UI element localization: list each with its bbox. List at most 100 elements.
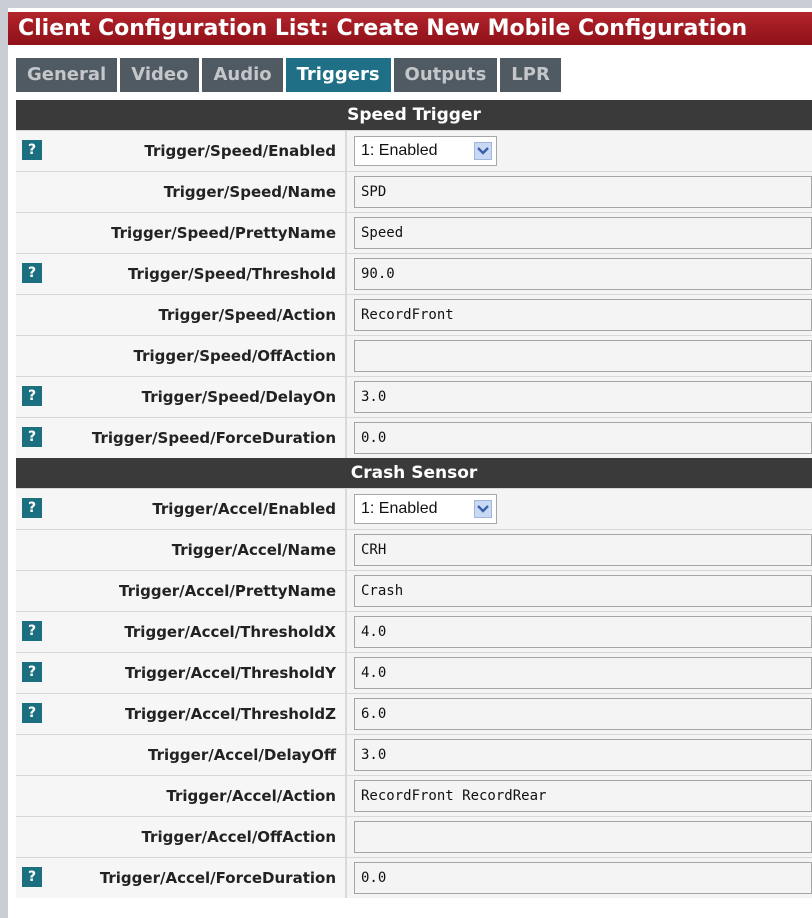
setting-row: Trigger/Speed/OffAction [16,335,812,376]
setting-label: Trigger/Speed/Enabled [144,142,336,160]
setting-input[interactable]: Crash [354,575,812,607]
setting-value-cell: 0.0 [347,418,812,458]
setting-label: Trigger/Speed/ForceDuration [91,429,336,447]
setting-input[interactable]: SPD [354,176,812,208]
setting-label-cell: ? Trigger/Accel/ThresholdY [16,653,347,693]
setting-input[interactable]: Speed [354,217,812,249]
setting-input[interactable]: CRH [354,534,812,566]
setting-input[interactable]: 0.0 [354,862,812,894]
help-icon[interactable]: ? [22,621,42,641]
setting-value-cell: 1: Enabled [347,131,812,171]
setting-input[interactable] [354,821,812,853]
setting-label-cell: Trigger/Speed/OffAction [16,336,347,376]
setting-label-cell: Trigger/Accel/Action [16,776,347,816]
setting-row: ? Trigger/Speed/ForceDuration 0.0 [16,417,812,458]
setting-label-cell: ? Trigger/Speed/Threshold [16,254,347,294]
tab-general[interactable]: General [16,58,118,92]
setting-row: ? Trigger/Speed/Threshold 90.0 [16,253,812,294]
chevron-down-icon[interactable] [474,500,492,518]
setting-label-cell: ? Trigger/Accel/ThresholdX [16,612,347,652]
setting-row: Trigger/Accel/Action RecordFront RecordRe… [16,775,812,816]
setting-label-cell: Trigger/Accel/PrettyName [16,571,347,611]
setting-row: ? Trigger/Accel/ThresholdZ 6.0 [16,693,812,734]
setting-label: Trigger/Accel/ThresholdY [125,664,336,682]
setting-value-cell: 6.0 [347,694,812,734]
setting-input[interactable]: RecordFront [354,299,812,331]
select-value: 1: Enabled [361,142,438,159]
setting-row: ? Trigger/Speed/Enabled 1: Enabled [16,130,812,171]
setting-value-cell: 0.0 [347,858,812,898]
setting-input[interactable]: 3.0 [354,739,812,771]
help-icon[interactable]: ? [22,427,42,447]
help-icon[interactable]: ? [22,703,42,723]
setting-label: Trigger/Speed/OffAction [133,347,336,365]
setting-value-cell: Speed [347,213,812,253]
setting-row: ? Trigger/Speed/DelayOn 3.0 [16,376,812,417]
setting-label-cell: Trigger/Speed/PrettyName [16,213,347,253]
setting-label: Trigger/Accel/PrettyName [119,582,336,600]
help-icon[interactable]: ? [22,867,42,887]
setting-row: Trigger/Speed/Action RecordFront [16,294,812,335]
setting-label: Trigger/Accel/Name [171,541,336,559]
setting-input[interactable]: 0.0 [354,422,812,454]
setting-value-cell: RecordFront [347,295,812,335]
help-icon[interactable]: ? [22,662,42,682]
enabled-select[interactable]: 1: Enabled [354,494,497,524]
setting-label-cell: ? Trigger/Accel/Enabled [16,489,347,529]
setting-input[interactable]: 90.0 [354,258,812,290]
setting-input[interactable]: RecordFront RecordRear [354,780,812,812]
setting-value-cell: SPD [347,172,812,212]
setting-row: Trigger/Accel/OffAction [16,816,812,857]
setting-row: ? Trigger/Accel/Enabled 1: Enabled [16,488,812,529]
setting-label-cell: Trigger/Accel/Name [16,530,347,570]
setting-value-cell: 1: Enabled [347,489,812,529]
setting-value-cell: 90.0 [347,254,812,294]
setting-label-cell: ? Trigger/Speed/DelayOn [16,377,347,417]
setting-label: Trigger/Accel/ForceDuration [99,869,336,887]
setting-label-cell: Trigger/Speed/Name [16,172,347,212]
setting-label: Trigger/Speed/DelayOn [141,388,336,406]
setting-value-cell: CRH [347,530,812,570]
page-title: Client Configuration List: Create New Mo… [8,12,812,45]
config-table: Speed Trigger? Trigger/Speed/Enabled 1: En… [16,100,812,898]
setting-input[interactable]: 6.0 [354,698,812,730]
setting-row: Trigger/Speed/PrettyName Speed [16,212,812,253]
enabled-select[interactable]: 1: Enabled [354,136,497,166]
help-icon[interactable]: ? [22,140,42,160]
help-icon[interactable]: ? [22,386,42,406]
setting-input[interactable]: 4.0 [354,657,812,689]
setting-value-cell: RecordFront RecordRear [347,776,812,816]
setting-label-cell: ? Trigger/Accel/ForceDuration [16,858,347,898]
setting-row: ? Trigger/Accel/ForceDuration 0.0 [16,857,812,898]
setting-value-cell [347,336,812,376]
setting-label-cell: ? Trigger/Speed/ForceDuration [16,418,347,458]
section-heading-crash-sensor: Crash Sensor [16,458,812,488]
tab-outputs[interactable]: Outputs [393,58,498,92]
setting-label: Trigger/Accel/Enabled [152,500,336,518]
setting-value-cell [347,817,812,857]
tab-lpr[interactable]: LPR [500,58,561,92]
setting-label: Trigger/Speed/Action [158,306,336,324]
setting-label-cell: ? Trigger/Speed/Enabled [16,131,347,171]
tab-audio[interactable]: Audio [202,58,283,92]
setting-row: Trigger/Accel/Name CRH [16,529,812,570]
setting-value-cell: 4.0 [347,612,812,652]
tab-bar: General Video Audio Triggers Outputs LPR [16,58,561,92]
setting-label-cell: Trigger/Speed/Action [16,295,347,335]
setting-value-cell: Crash [347,571,812,611]
setting-input[interactable] [354,340,812,372]
section-heading-speed-trigger: Speed Trigger [16,100,812,130]
setting-value-cell: 3.0 [347,735,812,775]
setting-input[interactable]: 4.0 [354,616,812,648]
setting-value-cell: 4.0 [347,653,812,693]
setting-label: Trigger/Accel/DelayOff [148,746,336,764]
setting-label-cell: Trigger/Accel/DelayOff [16,735,347,775]
help-icon[interactable]: ? [22,263,42,283]
help-icon[interactable]: ? [22,498,42,518]
chevron-down-icon[interactable] [474,142,492,160]
setting-input[interactable]: 3.0 [354,381,812,413]
tab-video[interactable]: Video [120,58,200,92]
tab-triggers[interactable]: Triggers [285,58,391,92]
setting-value-cell: 3.0 [347,377,812,417]
setting-row: ? Trigger/Accel/ThresholdX 4.0 [16,611,812,652]
